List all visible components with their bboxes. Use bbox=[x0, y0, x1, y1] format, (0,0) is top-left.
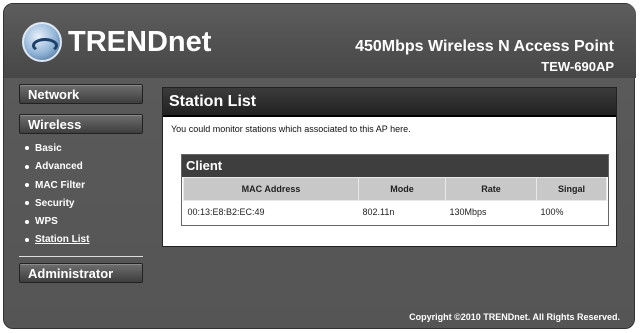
sidebar-item-security[interactable]: Security bbox=[19, 195, 149, 213]
brand-logo: TRENDnet bbox=[22, 22, 211, 62]
globe-logo-icon bbox=[22, 22, 62, 62]
brand-name: TRENDnet bbox=[68, 25, 212, 58]
station-table: MAC Address Mode Rate Singal 00:13:E8:B2… bbox=[183, 177, 607, 223]
sidebar-item-basic[interactable]: Basic bbox=[19, 140, 149, 158]
product-title: 450Mbps Wireless N Access Point bbox=[355, 38, 614, 55]
client-heading: Client bbox=[182, 155, 608, 177]
cell-rate: 130Mbps bbox=[445, 200, 537, 223]
menu-administrator-button[interactable]: Administrator bbox=[19, 262, 143, 283]
cell-mac: 00:13:E8:B2:EC:49 bbox=[183, 200, 359, 223]
bullet-icon bbox=[25, 182, 29, 187]
header: TRENDnet 450Mbps Wireless N Access Point… bbox=[4, 4, 636, 78]
sidebar-item-advanced[interactable]: Advanced bbox=[19, 158, 149, 176]
page-title: Station List bbox=[163, 88, 616, 117]
sidebar-item-mac-filter[interactable]: MAC Filter bbox=[19, 177, 149, 195]
column-header-rate: Rate bbox=[445, 177, 537, 201]
cell-mode: 802.11n bbox=[358, 200, 446, 223]
client-table-box: Client MAC Address Mode Rate Singal 00:1… bbox=[181, 154, 609, 226]
table-header-row: MAC Address Mode Rate Singal bbox=[183, 177, 607, 201]
bullet-icon bbox=[25, 219, 29, 224]
column-header-mac: MAC Address bbox=[183, 177, 359, 201]
menu-network-button[interactable]: Network bbox=[19, 84, 143, 104]
page-description: You could monitor stations which associa… bbox=[171, 124, 411, 134]
menu-wireless-button[interactable]: Wireless bbox=[19, 114, 143, 134]
bullet-icon bbox=[25, 146, 29, 151]
table-row: 00:13:E8:B2:EC:49 802.11n 130Mbps 100% bbox=[183, 200, 607, 223]
wireless-submenu: Basic Advanced MAC Filter Security WPS S… bbox=[19, 140, 149, 250]
column-header-signal: Singal bbox=[536, 177, 607, 201]
sidebar: Network Wireless Basic Advanced MAC Filt… bbox=[19, 84, 149, 283]
sidebar-item-station-list[interactable]: Station List bbox=[19, 231, 149, 249]
bullet-icon bbox=[25, 164, 29, 169]
sidebar-item-wps[interactable]: WPS bbox=[19, 213, 149, 231]
cell-signal: 100% bbox=[536, 200, 607, 223]
sidebar-divider bbox=[19, 255, 143, 257]
bullet-icon bbox=[25, 237, 29, 242]
copyright-footer: Copyright ©2010 TRENDnet. All Rights Res… bbox=[409, 312, 620, 322]
column-header-mode: Mode bbox=[358, 177, 446, 201]
main-panel: Station List You could monitor stations … bbox=[162, 87, 617, 247]
bullet-icon bbox=[25, 201, 29, 206]
app-frame: TRENDnet 450Mbps Wireless N Access Point… bbox=[3, 3, 636, 329]
product-model: TEW-690AP bbox=[541, 59, 614, 74]
